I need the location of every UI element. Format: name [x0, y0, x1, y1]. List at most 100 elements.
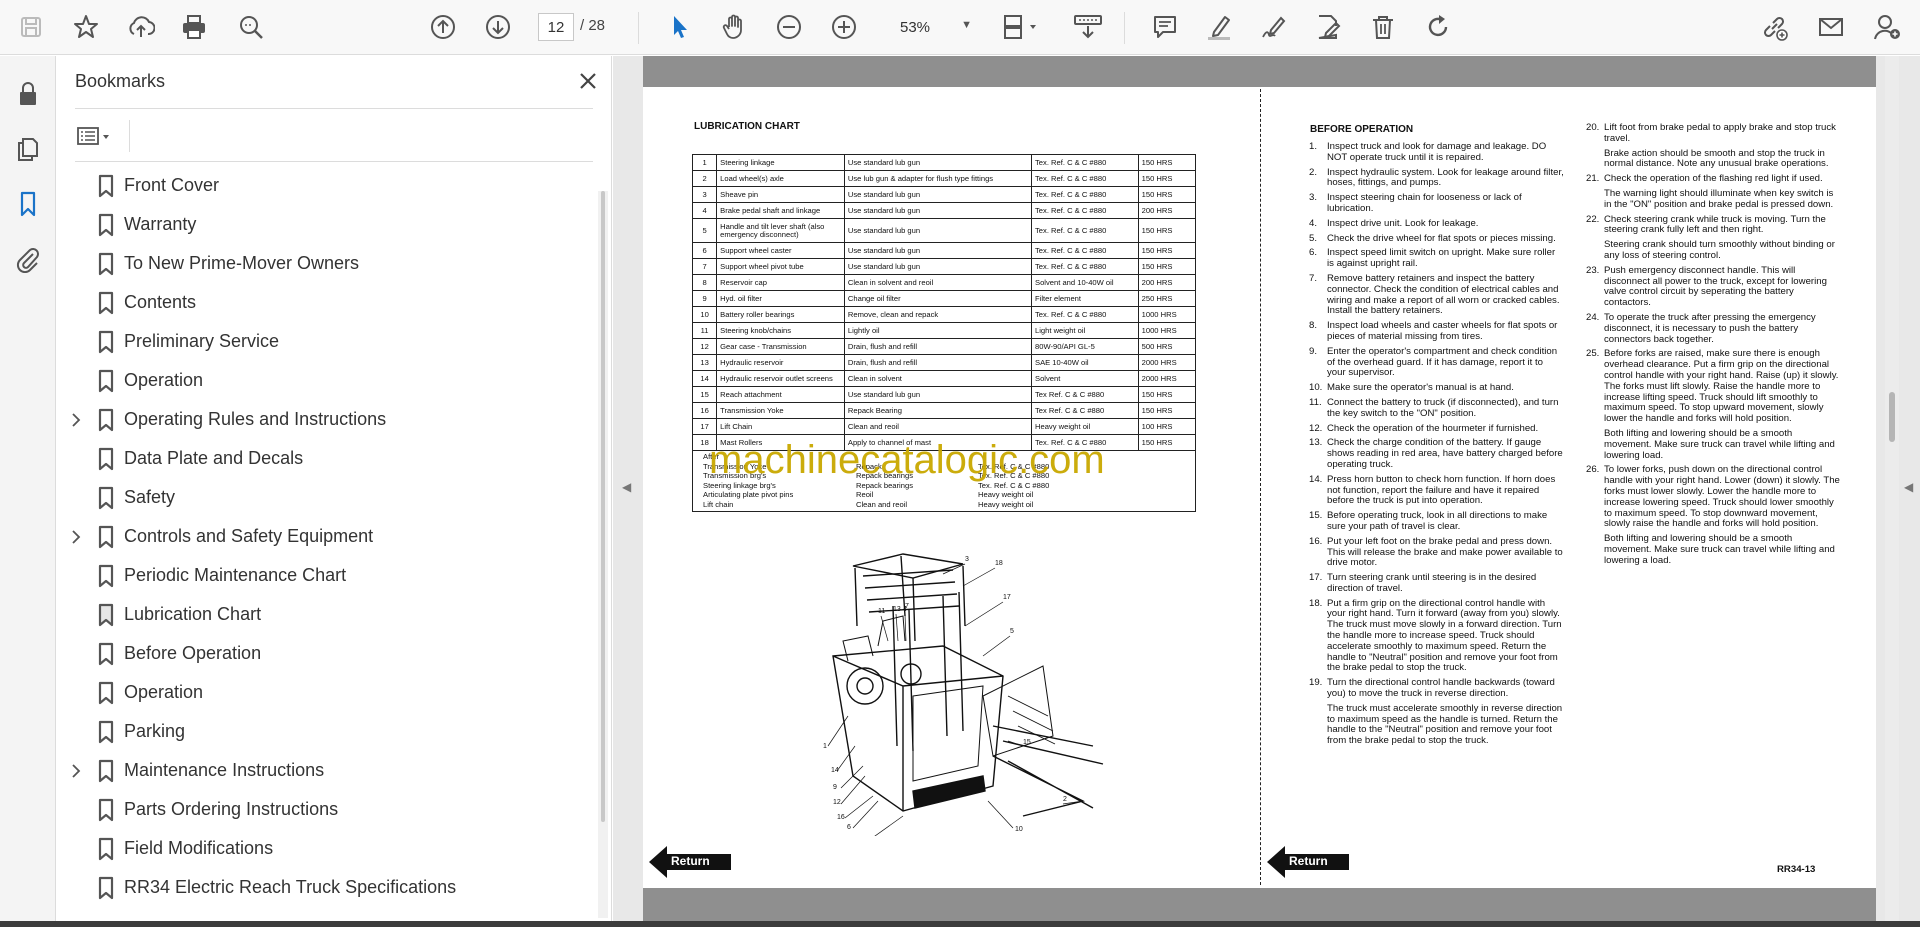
bookmark-label: Parts Ordering Instructions [124, 799, 339, 819]
bookmark-item[interactable]: To New Prime-Mover Owners [57, 246, 587, 282]
bookmark-item[interactable]: Operation [57, 675, 587, 711]
bookmark-item[interactable]: Maintenance Instructions [57, 753, 587, 789]
table-row: 4 Brake pedal shaft and linkage Use standa… [691, 202, 1197, 219]
table-cell: Brake pedal shaft and linkage [716, 202, 845, 219]
step-text: Check the charge condition of the batter… [1327, 437, 1563, 470]
pages-thumbnails-icon[interactable] [10, 131, 46, 167]
bookmark-item[interactable]: Operating Rules and Instructions [57, 402, 587, 438]
return-button-left[interactable]: Return [649, 844, 731, 880]
collapse-panel-arrow-icon[interactable]: ◀ [622, 480, 631, 494]
step-text: Inspect load wheels and caster wheels fo… [1327, 320, 1558, 342]
bookmark-item[interactable]: Parts Ordering Instructions [57, 792, 587, 828]
bookmark-label: Operation [124, 370, 204, 390]
step-number: 11. [1309, 396, 1322, 408]
rotate-icon[interactable] [1421, 10, 1455, 44]
scrollbar-thumb[interactable] [1889, 392, 1895, 442]
instruction-step: 14. Press horn button to check horn funct… [1309, 474, 1564, 507]
bookmark-item[interactable]: Data Plate and Decals [57, 441, 587, 477]
bookmark-item[interactable]: Safety [57, 480, 587, 516]
save-icon[interactable] [14, 10, 48, 44]
table-cell: 1000 HRS [1137, 306, 1197, 323]
table-cell: 150 HRS [1137, 186, 1197, 203]
bookmark-item[interactable]: Warranty [57, 207, 587, 243]
page-fit-icon[interactable] [998, 10, 1044, 44]
bookmark-item[interactable]: Operation [57, 363, 587, 399]
zoom-search-icon[interactable] [234, 10, 268, 44]
bookmark-item[interactable]: Contents [57, 285, 587, 321]
bookmark-panel-icon[interactable] [10, 186, 46, 222]
step-text: Inspect hydraulic system. Look for leaka… [1327, 166, 1564, 189]
mail-icon[interactable] [1814, 10, 1848, 44]
instruction-step: 13. Check the charge condition of the bat… [1309, 437, 1564, 470]
table-cell: 9 [691, 290, 718, 307]
select-arrow-icon[interactable] [663, 10, 697, 44]
zoom-out-icon[interactable] [772, 10, 806, 44]
table-cell: Load wheel(s) axle [716, 170, 845, 187]
scroll-mode-icon[interactable] [1068, 10, 1108, 44]
bookmark-item[interactable]: Front Cover [57, 168, 587, 204]
instruction-step: 3. Inspect steering chain for looseness o… [1309, 192, 1564, 215]
bookmark-icon [95, 720, 117, 744]
bookmark-item[interactable]: Periodic Maintenance Chart [57, 558, 587, 594]
table-cell: 200 HRS [1137, 202, 1197, 219]
star-icon[interactable] [69, 10, 103, 44]
delete-icon[interactable] [1366, 10, 1400, 44]
edit-pdf-icon[interactable] [1311, 10, 1345, 44]
bookmark-item[interactable]: Before Operation [57, 636, 587, 672]
callout-number: 7 [905, 603, 909, 610]
expand-right-panel-arrow-icon[interactable]: ◀ [1904, 480, 1913, 494]
share-link-icon[interactable] [1757, 10, 1791, 44]
sign-icon[interactable] [1257, 10, 1291, 44]
table-cell: Tex Ref. C & C #880 [1031, 402, 1139, 419]
table-cell: Tex. Ref. C & C #880 [1031, 170, 1139, 187]
callout-number: 13 [893, 606, 901, 613]
bookmark-item[interactable]: Controls and Safety Equipment [57, 519, 587, 555]
zoom-in-icon[interactable] [827, 10, 861, 44]
table-cell: 150 HRS [1137, 242, 1197, 259]
table-row: 10 Battery roller bearings Remove, clean a… [691, 306, 1197, 323]
bookmark-item[interactable]: Lubrication Chart [57, 597, 587, 633]
attachment-icon[interactable] [10, 241, 46, 277]
step-text: Inspect truck and look for damage and le… [1327, 141, 1547, 163]
zoom-level-dropdown[interactable]: 53% ▼ [882, 13, 982, 41]
bookmarks-scrollbar[interactable] [598, 191, 608, 918]
return-button-right[interactable]: Return [1267, 844, 1349, 880]
table-cell: Clean and reoil [843, 418, 1033, 435]
bookmark-label: Lubrication Chart [124, 604, 262, 624]
page-up-icon[interactable] [426, 10, 460, 44]
expand-chevron-icon[interactable] [67, 762, 85, 780]
hand-icon[interactable] [717, 10, 751, 44]
page-down-icon[interactable] [481, 10, 515, 44]
bookmark-item[interactable]: RR34 Electric Reach Truck Specifications [57, 870, 587, 906]
page-number-input[interactable] [538, 13, 574, 41]
highlight-icon[interactable] [1202, 10, 1236, 44]
bookmark-item[interactable]: Parking [57, 714, 587, 750]
table-row: 6 Support wheel caster Use standard lub gu… [691, 242, 1197, 259]
bookmark-item[interactable]: Field Modifications [57, 831, 587, 867]
table-cell: 15 [691, 386, 718, 403]
step-text: Steering crank should turn smoothly with… [1604, 239, 1835, 261]
upload-icon[interactable] [124, 10, 158, 44]
document-scrollbar[interactable] [1885, 56, 1899, 927]
expand-chevron-icon[interactable] [67, 528, 85, 546]
instruction-step: 12. Check the operation of the hourmeter … [1309, 423, 1564, 435]
print-icon[interactable] [177, 10, 211, 44]
scrollbar-thumb[interactable] [601, 191, 605, 822]
comment-icon[interactable] [1148, 10, 1182, 44]
after-note-text: Heavy weight oil [978, 499, 1034, 509]
page-identifier: RR34-13 [1777, 864, 1816, 875]
bookmark-options-button[interactable] [75, 120, 127, 152]
instruction-step: 18. Put a firm grip on the directional co… [1309, 598, 1564, 675]
table-cell: Steering linkage [716, 154, 845, 171]
close-icon[interactable] [575, 68, 601, 94]
step-number: 24. [1586, 311, 1600, 323]
add-user-icon[interactable] [1870, 10, 1904, 44]
lock-icon[interactable] [10, 76, 46, 112]
callout-number: 18 [995, 560, 1003, 567]
bookmark-item[interactable]: Preliminary Service [57, 324, 587, 360]
table-cell: Repack Bearing [843, 402, 1033, 419]
step-text: Make sure the operator's manual is at ha… [1327, 382, 1514, 394]
step-text: Put your left foot on the brake pedal an… [1327, 535, 1563, 569]
after-note-text: Heavy weight oil [978, 490, 1034, 499]
expand-chevron-icon[interactable] [67, 411, 85, 429]
